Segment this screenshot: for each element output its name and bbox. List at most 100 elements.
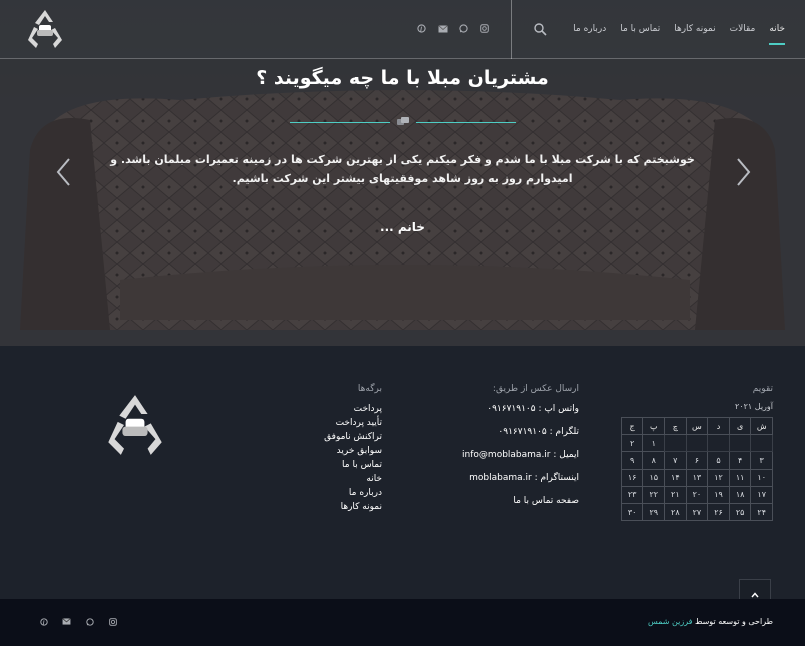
calendar-day: ۱۲ [707,468,730,487]
calendar-day: ۱۳ [685,468,709,487]
nav-item-contact[interactable]: تماس با ما [620,0,660,59]
designer-name-link[interactable]: فرزین شمس [648,617,693,626]
pages-heading: برگه‌ها [357,384,382,394]
calendar-day: ۲۲ [642,485,666,504]
calendar-day: ۲۵ [728,502,752,522]
instagram-icon[interactable] [479,23,490,34]
page-link-portfolio[interactable]: نمونه کارها [324,500,382,514]
calendar-day: ۹ [620,451,644,470]
calendar-day: ۷ [664,451,687,470]
whatsapp-icon[interactable] [84,616,95,627]
nav-item-about[interactable]: درباره ما [573,0,606,59]
nav-separator [511,0,512,59]
weekday-header: ش [750,416,773,436]
testimonials-hero: خانه مقالات نمونه کارها تماس با ما دربار… [0,0,805,346]
page-link-payment-confirm[interactable]: تأیید پرداخت [324,416,382,430]
calendar-table: ش ی د س چ پ ج ۱ ۲ ۳ ۴ ۵ ۶ ۷ ۸ ۹ ۱۰ ۱۱ ۱۲ ۱۳ ۱۴ ۱۵ ۱۶ ۱۷ ۱… [620,416,773,522]
calendar-week-row: ۲۴ ۲۵ ۲۶ ۲۷ ۲۸ ۲۹ ۳۰ [620,502,773,522]
calendar-day: ۱۷ [750,485,773,504]
calendar-day: ۱۰ [750,468,773,487]
calendar-day: ۲۸ [664,502,687,522]
chat-bubbles-icon [397,117,409,125]
calendar-day: ۱۵ [642,468,666,487]
site-logo[interactable] [24,8,66,50]
calendar-day: ۳۰ [620,502,644,522]
contact-instagram[interactable]: اینستاگرام : moblabama.ir [462,471,579,494]
calendar-empty-cell [685,434,709,453]
chevron-right-icon[interactable] [733,157,753,187]
weekday-header: ج [620,416,644,436]
calendar-day: ۶ [685,451,709,470]
calendar-day: ۴ [728,451,752,470]
pages-list: پرداخت تأیید پرداخت تراکنش ناموفق سوابق … [324,402,382,514]
calendar-day: ۱۴ [664,468,687,487]
calendar-day: ۲۷ [685,502,709,522]
contact-whatsapp: واتس اپ : ۰۹۱۶۷۱۹۱۰۵ [487,404,579,414]
page-link-purchase-history[interactable]: سوابق خرید [324,444,382,458]
calendar-week-row: ۱۲ [620,434,773,453]
nav-item-portfolio[interactable]: نمونه کارها [674,0,715,59]
footer-social-icons [38,616,118,627]
calendar-day: ۵ [707,451,730,470]
weekday-header: د [707,416,730,436]
contact-page-link[interactable]: صفحه تماس با ما [462,494,579,517]
testimonials-title: مشتریان مبلا با ما چه میگویند ؟ [256,67,549,89]
main-menu: خانه مقالات نمونه کارها تماس با ما دربار… [573,0,785,59]
contact-heading: ارسال عکس از طریق: [492,384,579,394]
calendar-week-row: ۱۷ ۱۸ ۱۹ ۲۰ ۲۱ ۲۲ ۲۳ [620,485,773,504]
designer-credit: طراحی و توسعه توسط فرزین شمس [647,617,773,626]
instagram-icon[interactable] [107,616,118,627]
page-link-about[interactable]: درباره ما [324,486,382,500]
calendar-day: ۲۹ [642,502,666,522]
title-divider [290,117,516,127]
site-footer: تقویم آوریل ۲۰۲۱ ش ی د س چ پ ج ۱۲۳۴۵۶۷۸۹… [0,346,805,599]
calendar-day: ۲۰ [685,485,709,504]
search-icon[interactable] [533,22,547,36]
pinterest-icon[interactable] [38,616,49,627]
page-link-failed-transaction[interactable]: تراکنش ناموفق [324,430,382,444]
pinterest-icon[interactable] [416,23,427,34]
chevron-left-icon[interactable] [54,157,74,187]
page-link-payment[interactable]: پرداخت [324,402,382,416]
calendar-day: ۲۳ [620,485,644,504]
calendar-day: ۲ [620,434,644,453]
calendar-empty-cell [707,434,730,453]
calendar-empty-cell [728,434,752,453]
weekday-header: چ [664,416,687,436]
testimonial-author: خانم ... [380,220,425,234]
calendar-day: ۳ [750,451,773,470]
calendar-month: آوریل ۲۰۲۱ [735,402,773,411]
page-link-contact[interactable]: تماس با ما [324,458,382,472]
contact-list: واتس اپ : ۰۹۱۶۷۱۹۱۰۵ تلگرام : ۰۹۱۶۷۱۹۱۰۵… [462,402,579,517]
contact-email[interactable]: ایمیل : info@moblabama.ir [462,448,579,471]
weekday-header: ی [728,416,752,436]
calendar-day: ۲۶ [707,502,730,522]
header-social-icons [416,23,490,34]
calendar-day: ۱۹ [707,485,730,504]
calendar-heading: تقویم [752,384,773,394]
nav-item-articles[interactable]: مقالات [730,0,756,59]
email-icon[interactable] [61,616,72,627]
calendar-day: ۸ [642,451,666,470]
calendar-empty-cell [664,434,687,453]
weekday-header: س [685,416,709,436]
email-icon[interactable] [437,23,448,34]
testimonial-quote: خوشبختم که با شرکت مبلا با ما شدم و فکر … [110,153,695,185]
calendar-body: ۱ ۲ ۳ ۴ ۵ ۶ ۷ ۸ ۹ ۱۰ ۱۱ ۱۲ ۱۳ ۱۴ ۱۵ ۱۶ ۱۷ ۱۸ ۱۹ ۲۰ ۲۱ ۲۲ ۲۳ ۲۴ ۲… [620,434,773,522]
calendar-day: ۲۱ [664,485,687,504]
calendar-week-row: ۳۴۵۶۷۸۹ [620,451,773,470]
calendar-week-row: ۱۰ ۱۱ ۱۲ ۱۳ ۱۴ ۱۵ ۱۶ [620,468,773,487]
contact-telegram: تلگرام : ۰۹۱۶۷۱۹۱۰۵ [498,427,579,437]
calendar-day: ۱ [642,434,666,453]
calendar-day: ۱۸ [728,485,752,504]
bottom-bar: طراحی و توسعه توسط فرزین شمس [0,599,805,646]
nav-item-home[interactable]: خانه [769,0,785,59]
calendar-empty-cell [750,434,773,453]
top-navigation-bar: خانه مقالات نمونه کارها تماس با ما دربار… [0,0,805,59]
calendar-day: ۱۶ [620,468,644,487]
footer-logo [108,395,162,455]
weekday-header: پ [642,416,666,436]
whatsapp-icon[interactable] [458,23,469,34]
page-link-home[interactable]: خانه [324,472,382,486]
chevron-up-icon [751,592,759,598]
